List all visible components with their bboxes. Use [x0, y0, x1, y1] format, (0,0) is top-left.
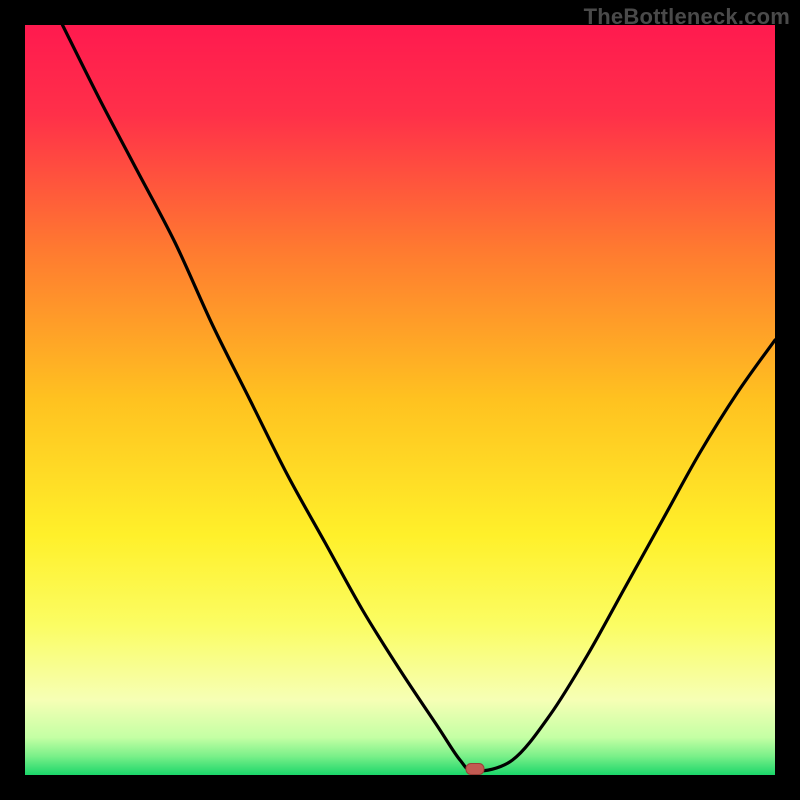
gradient-background [25, 25, 775, 775]
plot-frame [25, 25, 775, 775]
minimum-marker [466, 764, 484, 775]
plot-svg [25, 25, 775, 775]
chart-stage: TheBottleneck.com [0, 0, 800, 800]
